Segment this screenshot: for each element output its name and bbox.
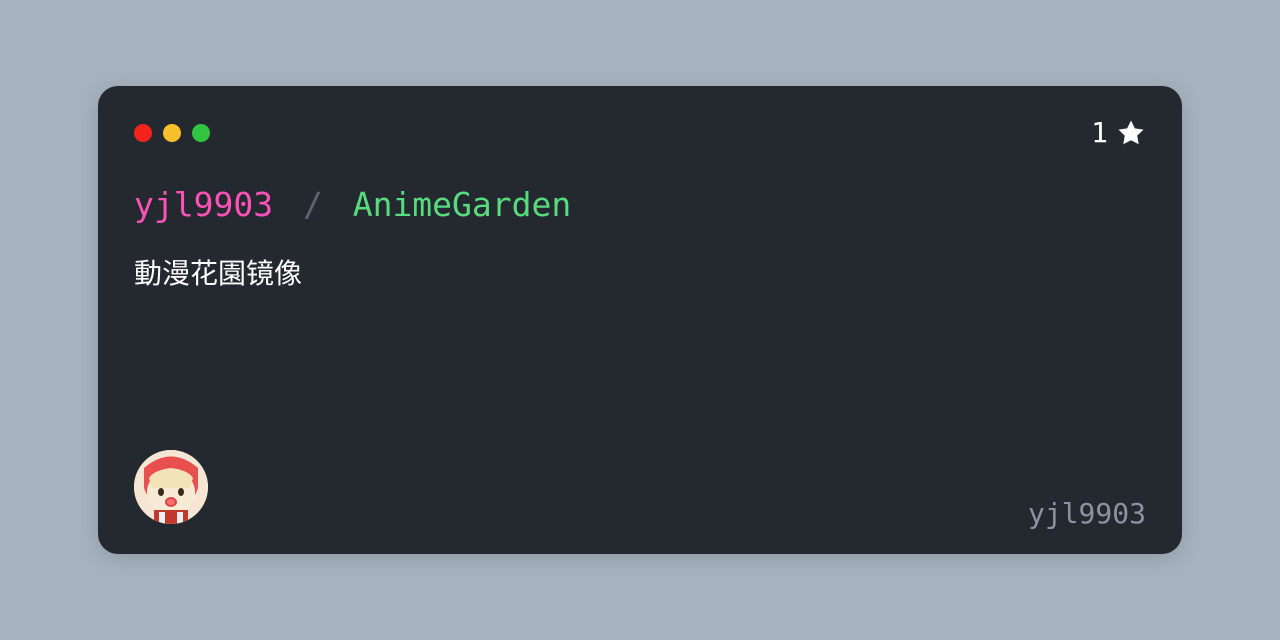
titlebar: 1: [134, 116, 1146, 149]
maximize-icon[interactable]: [192, 124, 210, 142]
repo-card: 1 yjl9903 / AnimeGarden 動漫花園镜像 yjl9903: [98, 86, 1182, 554]
minimize-icon[interactable]: [163, 124, 181, 142]
username[interactable]: yjl9903: [1028, 497, 1146, 530]
repo-owner[interactable]: yjl9903: [134, 185, 273, 224]
star-count[interactable]: 1: [1091, 116, 1146, 149]
close-icon[interactable]: [134, 124, 152, 142]
star-icon: [1116, 118, 1146, 148]
repo-name[interactable]: AnimeGarden: [353, 185, 572, 224]
traffic-lights: [134, 124, 210, 142]
separator: /: [303, 185, 323, 224]
repo-description: 動漫花園镜像: [134, 252, 1146, 292]
star-count-value: 1: [1091, 116, 1108, 149]
avatar[interactable]: [134, 450, 208, 524]
repo-title: yjl9903 / AnimeGarden: [134, 185, 1146, 224]
